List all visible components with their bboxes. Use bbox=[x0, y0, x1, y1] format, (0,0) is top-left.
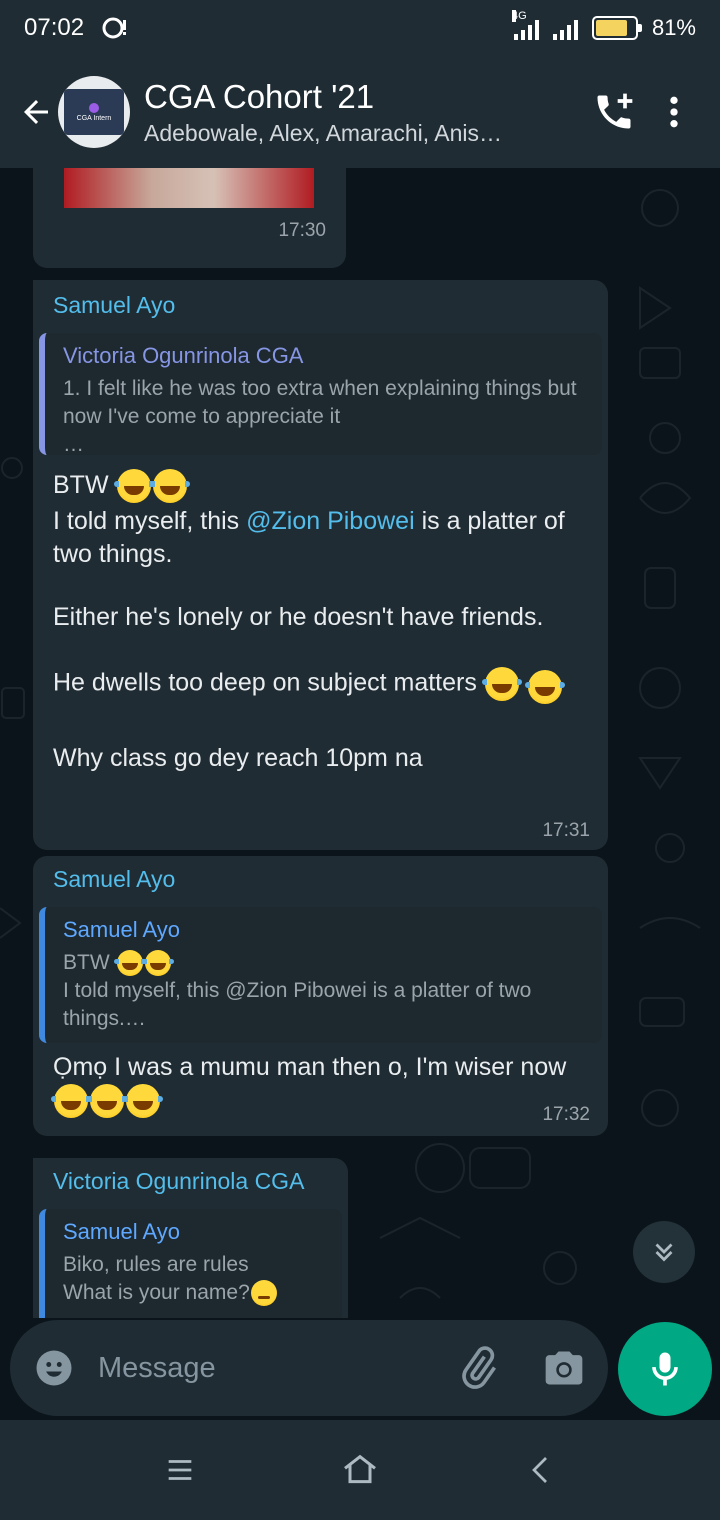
back-button[interactable] bbox=[16, 92, 56, 132]
battery-percent: 81% bbox=[651, 15, 696, 40]
paperclip-icon bbox=[462, 1346, 496, 1389]
back-nav-button[interactable] bbox=[510, 1440, 570, 1500]
group-info[interactable]: CGA Cohort '21 Adebowale, Alex, Amarachi… bbox=[144, 78, 584, 147]
scroll-to-bottom-button[interactable] bbox=[633, 1221, 695, 1283]
message-sender[interactable]: Victoria Ogunrinola CGA bbox=[53, 1168, 332, 1195]
image-thumbnail[interactable] bbox=[64, 168, 314, 208]
chat-area[interactable]: 17:30 Samuel Ayo Victoria Ogunrinola CGA… bbox=[0, 168, 720, 1318]
home-icon bbox=[344, 1454, 376, 1484]
message-bubble[interactable]: Samuel Ayo Samuel Ayo BTW I told myself,… bbox=[33, 856, 608, 1136]
joy-emoji bbox=[123, 1084, 163, 1119]
emoji-button[interactable] bbox=[32, 1346, 76, 1390]
joy-emoji bbox=[481, 667, 522, 701]
mention-link[interactable]: @Zion Pibowei bbox=[246, 507, 415, 535]
message-text: Ọmọ I was a mumu man then o, I'm wiser n… bbox=[51, 1051, 573, 1119]
status-time: 07:02 bbox=[24, 14, 85, 41]
chat-header: CGA Intern CGA Cohort '21 Adebowale, Ale… bbox=[0, 56, 720, 168]
home-nav-button[interactable] bbox=[330, 1440, 390, 1500]
quoted-text: Biko, rules are rules What is your name? bbox=[63, 1251, 328, 1307]
quoted-text: 1. I felt like he was too extra when exp… bbox=[63, 377, 577, 456]
group-avatar[interactable]: CGA Intern bbox=[58, 76, 130, 148]
signal-4g-icon: 4G bbox=[511, 10, 539, 40]
quoted-message[interactable]: Samuel Ayo BTW I told myself, this @Zion… bbox=[39, 907, 602, 1043]
voice-record-button[interactable] bbox=[618, 1322, 712, 1416]
joy-emoji bbox=[149, 469, 190, 504]
group-title: CGA Cohort '21 bbox=[144, 77, 375, 115]
emoji-icon bbox=[36, 1350, 72, 1386]
message-time: 17:31 bbox=[542, 820, 590, 841]
double-chevron-down-icon bbox=[655, 1243, 673, 1262]
camera-button[interactable] bbox=[542, 1346, 586, 1390]
joy-emoji bbox=[87, 1084, 127, 1119]
image-message[interactable]: 17:30 bbox=[33, 168, 346, 268]
add-call-button[interactable] bbox=[584, 82, 644, 142]
phone-plus-icon bbox=[597, 93, 633, 129]
microphone-icon bbox=[652, 1352, 678, 1386]
quoted-sender: Victoria Ogunrinola CGA bbox=[63, 343, 304, 368]
system-nav-bar bbox=[0, 1420, 720, 1520]
message-bubble[interactable]: Samuel Ayo Victoria Ogunrinola CGA 1. I … bbox=[33, 280, 608, 850]
chat-notification-icon bbox=[102, 17, 128, 39]
joy-emoji bbox=[141, 950, 174, 977]
message-composer: Message bbox=[10, 1320, 608, 1416]
arrow-left-icon bbox=[24, 100, 48, 124]
menu-nav-button[interactable] bbox=[150, 1440, 210, 1500]
menu-icon bbox=[168, 1460, 192, 1480]
unamused-emoji bbox=[250, 1280, 277, 1307]
more-vertical-icon bbox=[670, 96, 678, 128]
group-members: Adebowale, Alex, Amarachi, Anis… bbox=[144, 119, 502, 146]
message-sender[interactable]: Samuel Ayo bbox=[53, 866, 588, 893]
attach-button[interactable] bbox=[456, 1346, 500, 1390]
quoted-message[interactable]: Samuel Ayo Biko, rules are rules What is… bbox=[39, 1209, 342, 1318]
message-time: 17:30 bbox=[278, 220, 326, 241]
chevron-left-icon bbox=[532, 1457, 547, 1483]
message-bubble[interactable]: Victoria Ogunrinola CGA Samuel Ayo Biko,… bbox=[33, 1158, 348, 1318]
quoted-sender: Samuel Ayo bbox=[63, 917, 181, 942]
joy-emoji bbox=[51, 1084, 91, 1119]
joy-emoji bbox=[113, 950, 146, 977]
signal-icon bbox=[552, 16, 578, 40]
joy-emoji bbox=[524, 670, 565, 704]
quoted-text: BTW I told myself, this @Zion Pibowei is… bbox=[63, 950, 532, 1030]
avatar-text: CGA Intern bbox=[76, 114, 112, 122]
joy-emoji bbox=[113, 469, 154, 504]
quoted-message[interactable]: Victoria Ogunrinola CGA 1. I felt like h… bbox=[39, 333, 602, 456]
message-sender[interactable]: Samuel Ayo bbox=[53, 292, 588, 319]
message-input[interactable]: Message bbox=[98, 1352, 456, 1385]
camera-icon bbox=[545, 1351, 583, 1385]
more-options-button[interactable] bbox=[644, 82, 704, 142]
battery-icon bbox=[591, 16, 642, 40]
message-time: 17:32 bbox=[542, 1104, 590, 1125]
status-bar: 07:02 4G 81% bbox=[0, 0, 720, 56]
quoted-sender: Samuel Ayo bbox=[63, 1219, 181, 1244]
message-text: BTW I told myself, this @Zion Pibowei is… bbox=[53, 469, 565, 772]
